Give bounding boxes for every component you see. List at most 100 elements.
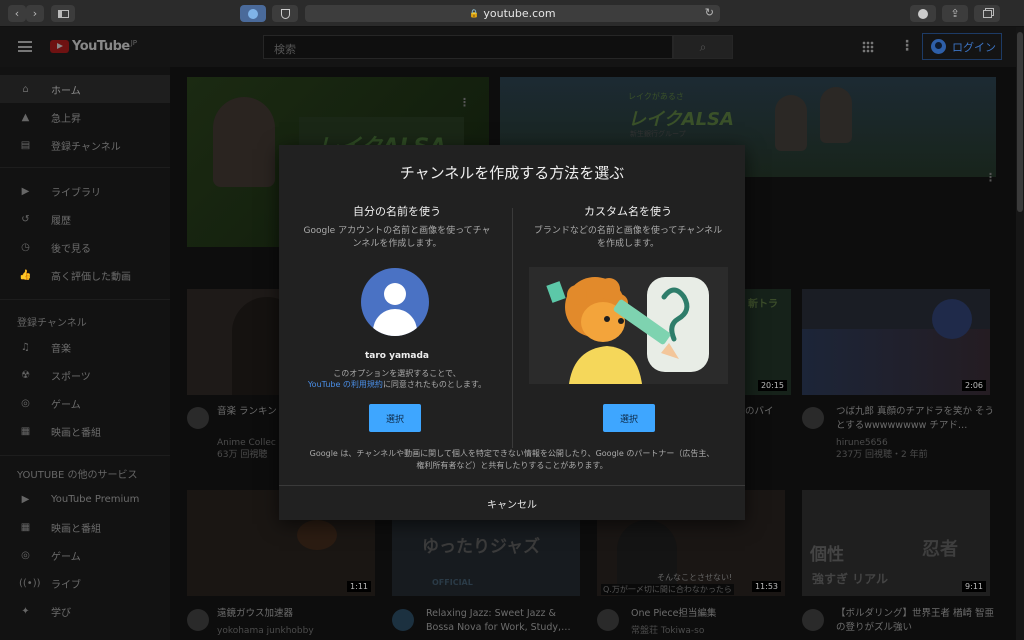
ad-person-image xyxy=(213,97,275,187)
thumbnail-object xyxy=(297,520,337,550)
terms-note-text: に同意されたものとします。 xyxy=(382,380,487,389)
music-icon: ♫ xyxy=(21,341,30,353)
video-channel[interactable]: yokohama junkhobby xyxy=(217,625,377,637)
globe-icon xyxy=(248,8,258,19)
more-vertical-icon[interactable]: ⋮ xyxy=(985,172,996,183)
share-button[interactable]: ⇪ xyxy=(942,5,968,22)
video-channel[interactable]: 常盤荘 Tokiwa-so xyxy=(631,625,791,637)
youtube-icon: ▶ xyxy=(21,493,30,505)
sidebar-item-watch-later[interactable]: ◷ 後で見る xyxy=(0,233,170,261)
sidebar-toggle-button[interactable] xyxy=(51,5,75,22)
hamburger-menu-icon[interactable] xyxy=(18,41,32,52)
tabs-button[interactable] xyxy=(974,5,1000,22)
chevron-right-icon: › xyxy=(32,7,38,20)
sidebar-item-liked[interactable]: 👍 高く評価した動画 xyxy=(0,261,170,289)
terms-note-text: このオプションを選択することで、 xyxy=(333,369,461,378)
sidebar-item-library[interactable]: ▶ ライブラリ xyxy=(0,177,170,205)
dialog-divider xyxy=(512,208,513,448)
library-icon: ▶ xyxy=(21,185,30,197)
youtube-logo[interactable]: YouTube JP xyxy=(50,39,137,54)
option-description: Google アカウントの名前と画像を使ってチャンネルを作成します。 xyxy=(303,226,491,249)
sidebar-item-movies[interactable]: ▦ 映画と番組 xyxy=(0,417,170,445)
channel-avatar[interactable] xyxy=(802,407,824,429)
sidebar-item-gaming-service[interactable]: ◎ ゲーム xyxy=(0,541,170,569)
video-title[interactable]: 【ボルダリング】世界王者 楢崎 智亜 の登りがズル強い xyxy=(836,607,996,635)
video-title[interactable]: Relaxing Jazz: Sweet Jazz & Bossa Nova f… xyxy=(426,607,586,635)
sidebar-item-trending[interactable]: ▲ 急上昇 xyxy=(0,103,170,131)
history-icon: ↺ xyxy=(21,213,30,225)
cancel-button[interactable]: キャンセル xyxy=(279,486,745,520)
sidebar-item-gaming[interactable]: ◎ ゲーム xyxy=(0,389,170,417)
video-duration: 2:06 xyxy=(962,380,986,391)
sidebar-item-music[interactable]: ♫ 音楽 xyxy=(0,333,170,361)
tabs-icon xyxy=(982,9,992,18)
profile-avatar-icon xyxy=(361,268,429,336)
select-own-name-button[interactable]: 選択 xyxy=(369,404,421,432)
more-vertical-icon[interactable]: ⋮ xyxy=(459,97,470,108)
youtube-header: YouTube JP 検索 ⌕ ⋮ ログイン xyxy=(0,27,1016,67)
sidebar-item-subscriptions[interactable]: ▤ 登録チャンネル xyxy=(0,131,170,159)
channel-avatar[interactable] xyxy=(802,609,824,631)
video-title[interactable]: One Piece担当編集 xyxy=(631,607,791,621)
sidebar-item-home[interactable]: ⌂ ホーム xyxy=(0,75,170,103)
option-custom-name: カスタム名を使う ブランドなどの名前と画像を使ってチャンネルを作成します。 xyxy=(523,203,733,251)
page-scrollbar-thumb[interactable] xyxy=(1017,32,1023,212)
login-button[interactable]: ログイン xyxy=(922,33,1002,60)
video-meta: 237万 回視聴・2 年前 xyxy=(836,450,928,460)
lock-icon: 🔒 xyxy=(469,9,480,18)
terms-link[interactable]: YouTube の利用規約 xyxy=(308,380,383,389)
address-bar[interactable]: 🔒 youtube.com ↻ xyxy=(305,5,720,22)
thumbnail-text: 忍者 xyxy=(922,539,958,560)
apps-grid-icon[interactable] xyxy=(862,41,874,53)
video-thumbnail[interactable]: 2:06 xyxy=(802,289,990,395)
privacy-report-button[interactable] xyxy=(272,5,298,22)
terms-note: このオプションを選択することで、 YouTube の利用規約に同意されたものとし… xyxy=(292,368,502,390)
shield-icon xyxy=(280,8,290,19)
sidebar-icon xyxy=(57,9,69,18)
search-button[interactable]: ⌕ xyxy=(673,35,733,59)
youtube-play-icon xyxy=(50,40,69,53)
forward-button[interactable]: › xyxy=(26,5,44,22)
sidebar-item-history[interactable]: ↺ 履歴 xyxy=(0,205,170,233)
sidebar-divider xyxy=(0,299,170,300)
channel-avatar[interactable] xyxy=(187,407,209,429)
reload-icon[interactable]: ↻ xyxy=(705,6,714,19)
share-icon: ⇪ xyxy=(950,7,960,20)
search-input[interactable]: 検索 xyxy=(263,35,673,59)
video-thumbnail[interactable]: 個性 忍者 強すぎ リアル 9:11 xyxy=(802,490,990,596)
subscriptions-heading: 登録チャンネル xyxy=(17,318,87,329)
thumbnail-text: ゆったりジャズ xyxy=(422,537,541,557)
sidebar-divider xyxy=(0,167,170,168)
video-title[interactable]: つば九郎 真顔のチアドラを笑か そうとするwwwwwwww チアド… xyxy=(836,405,996,433)
video-title[interactable]: 遠鏡ガウス加速器 xyxy=(217,607,377,621)
sidebar-item-premium[interactable]: ▶ YouTube Premium xyxy=(0,485,170,513)
more-vertical-icon[interactable]: ⋮ xyxy=(900,39,914,53)
downloads-button[interactable] xyxy=(910,5,936,22)
thumbnail-caption: そんなことさせない! xyxy=(657,573,733,582)
channel-avatar[interactable] xyxy=(392,609,414,631)
bulb-icon: ✦ xyxy=(21,605,30,617)
film-icon: ▦ xyxy=(20,425,31,437)
user-name: taro yamada xyxy=(364,351,430,361)
illustration-person-pencil-icon xyxy=(546,277,709,384)
thumbs-up-icon: 👍 xyxy=(19,269,32,281)
sidebar-item-movies-shows[interactable]: ▦ 映画と番組 xyxy=(0,513,170,541)
back-button[interactable]: ‹ xyxy=(8,5,26,22)
search-icon: ⌕ xyxy=(699,39,707,54)
more-services-heading: YOUTUBE の他のサービス xyxy=(17,470,138,481)
channel-avatar[interactable] xyxy=(597,609,619,631)
film-icon: ▦ xyxy=(20,521,31,533)
sidebar-item-sports[interactable]: ☢ スポーツ xyxy=(0,361,170,389)
sidebar-item-live[interactable]: ((•)) ライブ xyxy=(0,569,170,597)
thumbnail-subtext: OFFICIAL xyxy=(432,578,473,587)
select-custom-name-button[interactable]: 選択 xyxy=(603,404,655,432)
video-duration: 9:11 xyxy=(962,581,986,592)
video-title[interactable]: のバイ xyxy=(745,405,795,419)
extension-button[interactable] xyxy=(240,5,266,22)
channel-avatar[interactable] xyxy=(187,609,209,631)
option-heading: カスタム名を使う xyxy=(584,205,672,218)
sidebar-item-learning[interactable]: ✦ 学び xyxy=(0,597,170,625)
video-thumbnail[interactable]: 斬トラ 20:15 xyxy=(745,289,791,395)
ad-tagline: レイクがあるさ xyxy=(628,92,684,101)
video-channel[interactable]: hirune5656 xyxy=(836,437,996,449)
